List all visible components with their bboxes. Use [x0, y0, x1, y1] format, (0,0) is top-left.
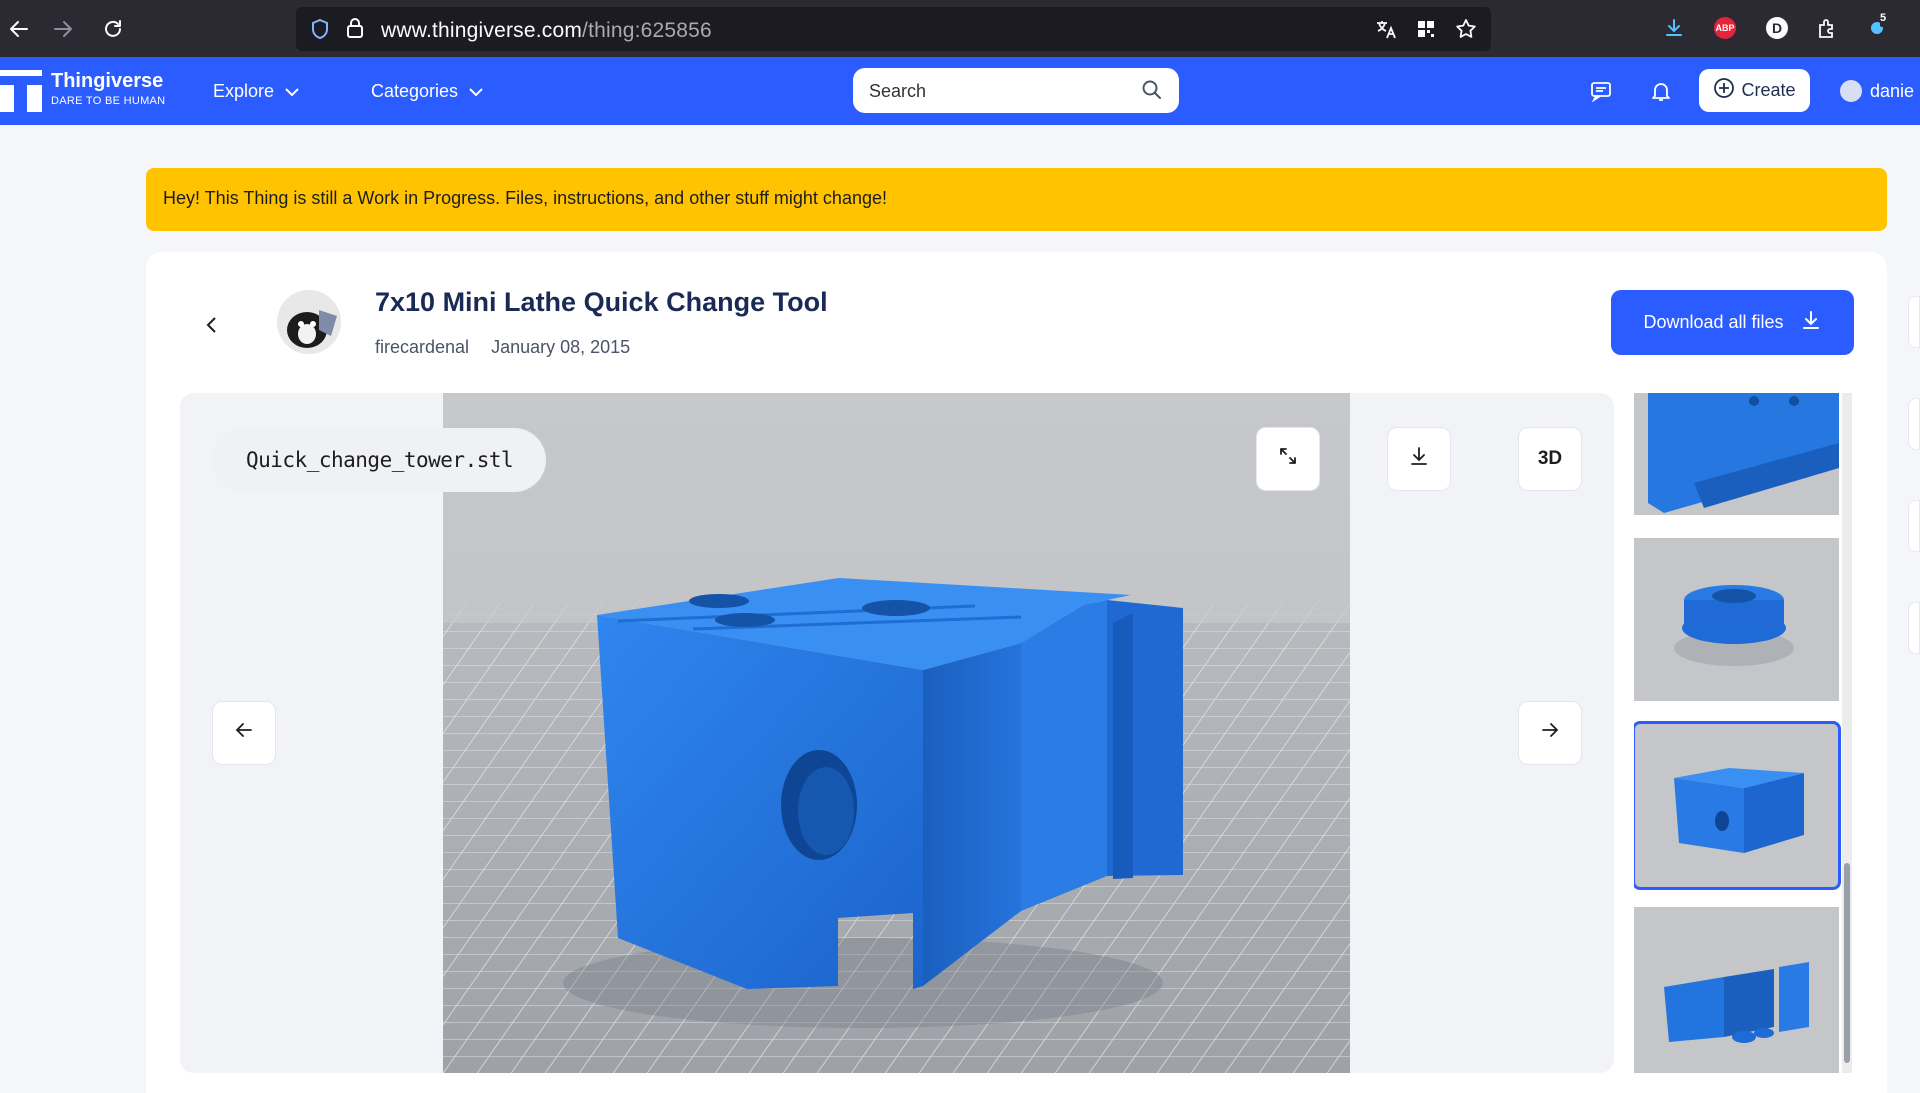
bookmark-star-icon[interactable] — [1453, 16, 1479, 42]
chevron-down-icon — [284, 81, 300, 102]
search-box — [853, 68, 1179, 113]
user-avatar — [1840, 80, 1862, 102]
address-bar[interactable]: www.thingiverse.com/thing:625856 — [296, 7, 1491, 51]
thumbnail-item[interactable] — [1634, 393, 1839, 515]
thing-meta: firecardenal January 08, 2015 — [375, 337, 630, 358]
messages-icon[interactable] — [1588, 78, 1614, 104]
nav-explore-label: Explore — [213, 81, 275, 101]
nav-explore[interactable]: Explore — [213, 81, 300, 102]
side-tab[interactable] — [1908, 296, 1920, 348]
thumbnail-strip — [1634, 393, 1852, 1073]
extensions-puzzle-icon[interactable] — [1813, 14, 1841, 42]
url-text[interactable]: www.thingiverse.com/thing:625856 — [381, 19, 712, 43]
extension-d-label: D — [1771, 20, 1783, 36]
reload-icon[interactable] — [96, 12, 130, 46]
lock-icon[interactable] — [346, 17, 364, 44]
notifications-bell-icon[interactable] — [1648, 78, 1674, 104]
side-tab[interactable] — [1908, 500, 1920, 552]
translate-icon[interactable] — [1373, 16, 1399, 42]
side-tab[interactable] — [1908, 398, 1920, 450]
user-menu[interactable]: danie — [1840, 80, 1914, 102]
url-path: /thing:625856 — [582, 19, 712, 42]
model-render-image — [443, 393, 1350, 1073]
thumbnail-item-active[interactable] — [1634, 721, 1841, 890]
thumbnail-item[interactable] — [1634, 538, 1839, 701]
arrow-left-icon — [233, 719, 255, 747]
adblock-icon[interactable]: ABP — [1714, 17, 1736, 39]
next-image-button[interactable] — [1518, 701, 1582, 765]
nav-categories[interactable]: Categories — [371, 81, 484, 102]
author-avatar[interactable] — [277, 290, 341, 354]
brand-name: Thingiverse — [51, 70, 164, 92]
search-input[interactable] — [869, 78, 1119, 104]
create-button[interactable]: Create — [1699, 69, 1810, 112]
downloads-icon[interactable] — [1660, 14, 1688, 42]
brand-tagline: DARE TO BE HUMAN — [51, 95, 166, 107]
download-all-label: Download all files — [1643, 312, 1784, 332]
view-3d-button[interactable]: 3D — [1518, 427, 1582, 491]
download-file-button[interactable] — [1387, 427, 1451, 491]
publish-date: January 08, 2015 — [491, 337, 631, 357]
thing-title: 7x10 Mini Lathe Quick Change Tool — [375, 287, 828, 317]
plus-circle-icon — [1713, 77, 1735, 104]
model-viewer[interactable] — [180, 393, 1614, 1073]
extension-d-icon[interactable]: D — [1766, 17, 1788, 39]
view-3d-label: 3D — [1537, 448, 1563, 469]
thumbnail-scrollbar[interactable] — [1842, 393, 1852, 1073]
url-host: www.thingiverse.com — [381, 19, 583, 42]
qr-grid-icon[interactable] — [1413, 16, 1439, 42]
forward-arrow-icon[interactable] — [46, 12, 80, 46]
fullscreen-button[interactable] — [1256, 427, 1320, 491]
back-arrow-icon[interactable] — [2, 12, 36, 46]
extension-badge-count: 5 — [1880, 12, 1887, 24]
author-link[interactable]: firecardenal — [375, 337, 469, 358]
arrow-right-icon — [1539, 719, 1561, 747]
back-chevron-icon[interactable] — [196, 310, 226, 340]
browser-toolbar: www.thingiverse.com/thing:625856 ABP D 5 — [0, 0, 1920, 57]
chevron-down-icon — [468, 81, 484, 102]
user-name: danie — [1870, 80, 1915, 101]
banner-text: Hey! This Thing is still a Work in Progr… — [163, 188, 887, 208]
file-name-label: Quick_change_tower.stl — [246, 448, 514, 472]
expand-icon — [1277, 445, 1299, 473]
download-all-button[interactable]: Download all files — [1611, 290, 1854, 355]
adblock-label: ABP — [1715, 23, 1735, 33]
download-icon — [1408, 445, 1430, 473]
nav-categories-label: Categories — [371, 81, 459, 101]
current-file-name: Quick_change_tower.stl — [213, 428, 547, 492]
thumbnail-item[interactable] — [1634, 907, 1839, 1073]
thingiverse-logo-icon[interactable] — [0, 70, 42, 112]
shield-icon[interactable] — [310, 18, 330, 45]
work-in-progress-banner: Hey! This Thing is still a Work in Progr… — [146, 168, 1887, 231]
search-icon[interactable] — [1141, 79, 1163, 106]
side-tab[interactable] — [1908, 602, 1920, 654]
previous-image-button[interactable] — [212, 701, 276, 765]
brand[interactable]: Thingiverse DARE TO BE HUMAN — [51, 70, 165, 107]
account-extension-icon[interactable]: 5 — [1864, 12, 1892, 42]
scrollbar-thumb[interactable] — [1844, 863, 1850, 1063]
create-label: Create — [1741, 80, 1796, 100]
download-icon — [1800, 309, 1822, 336]
